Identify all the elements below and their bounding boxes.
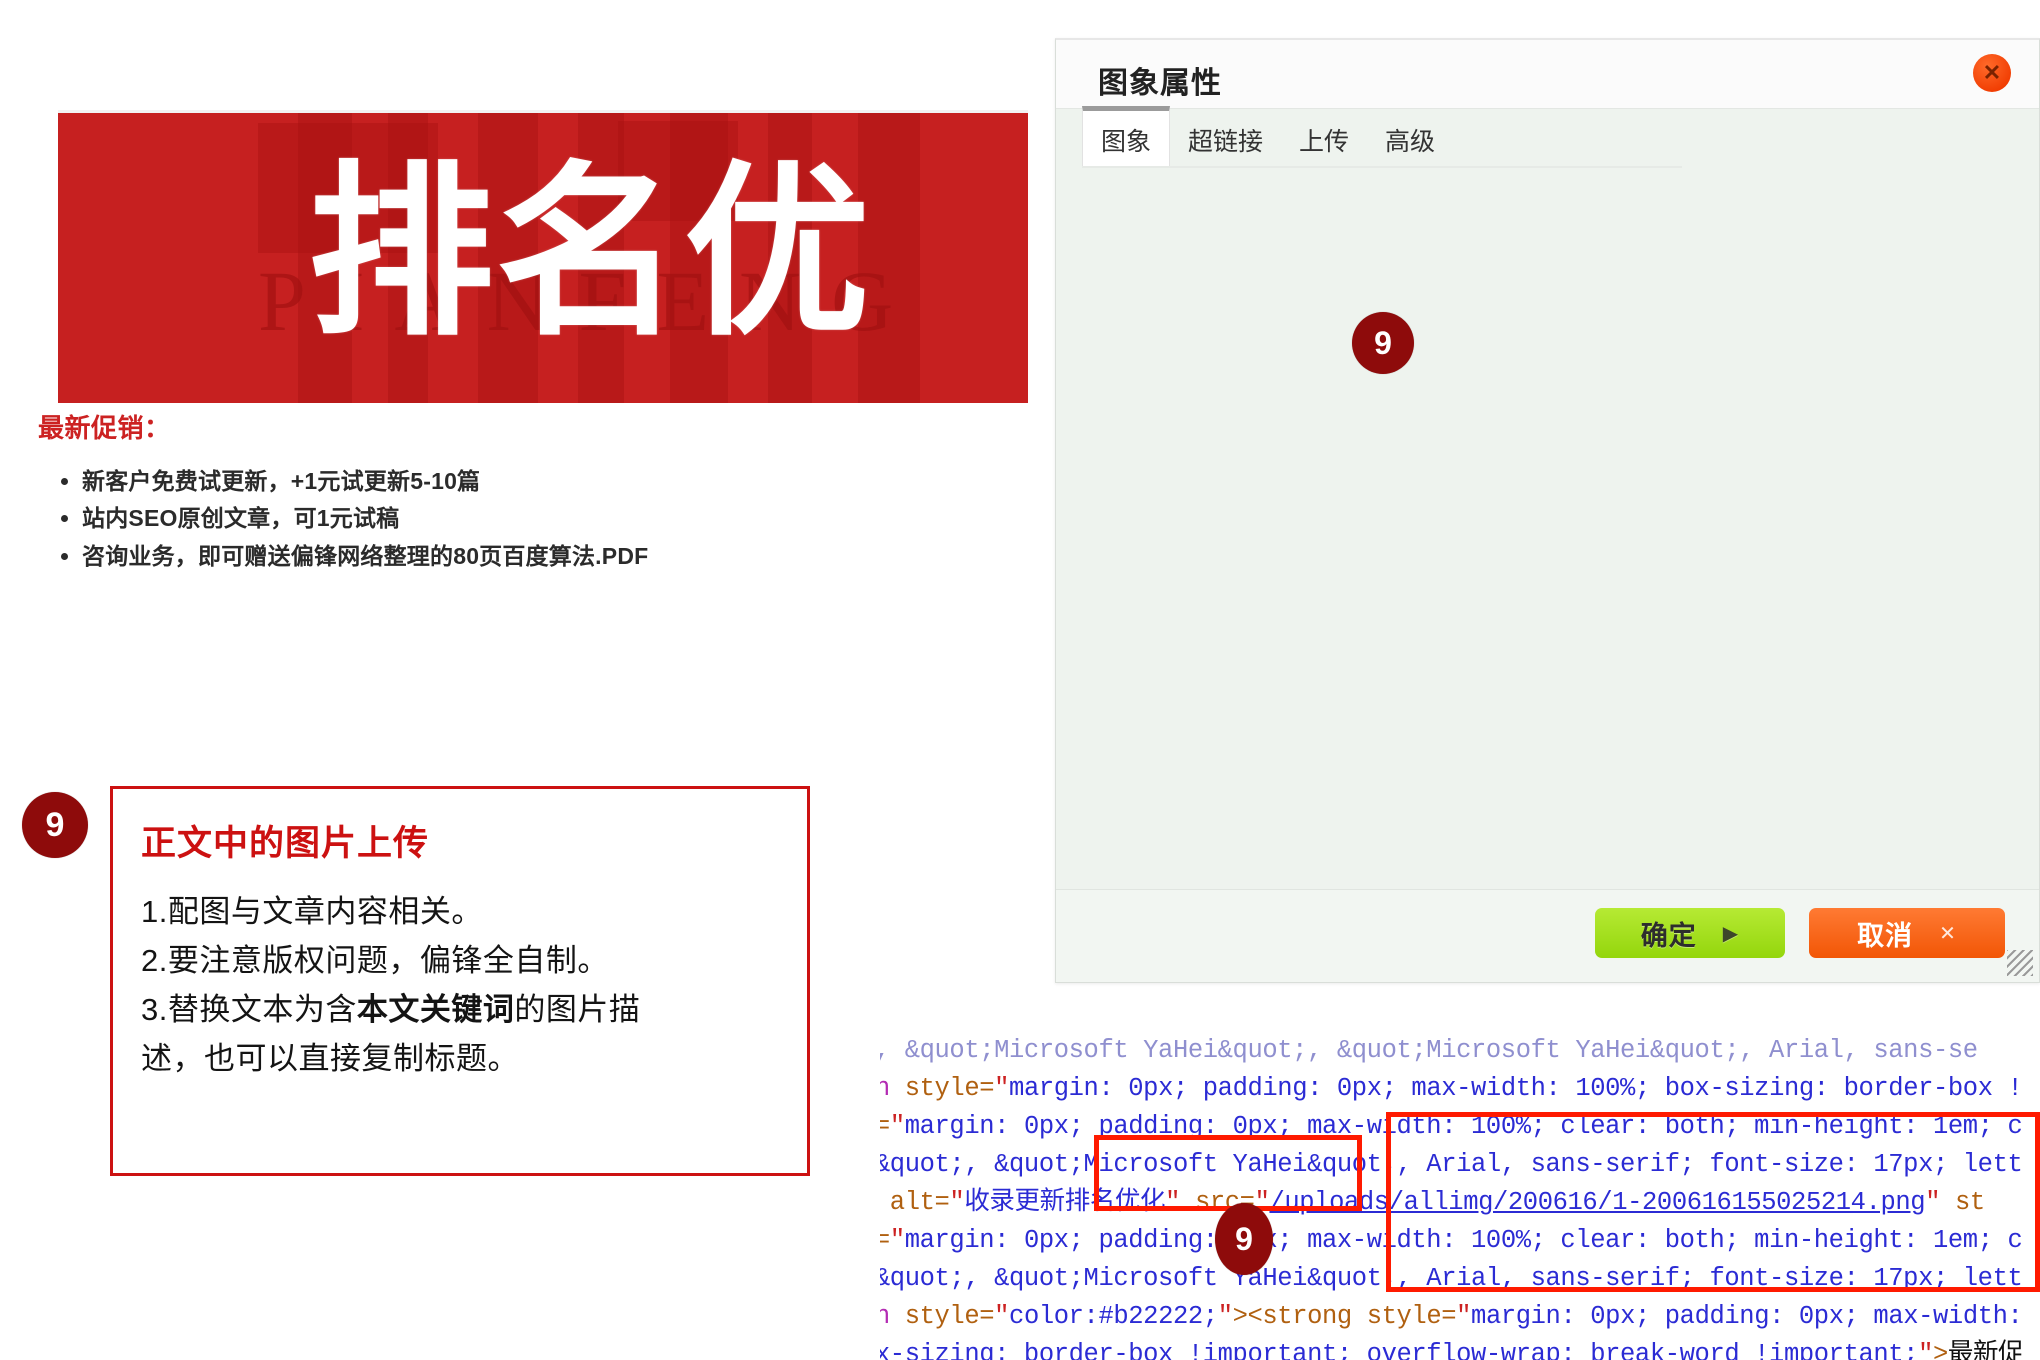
dialog-title: 图象属性: [1098, 67, 1222, 100]
promo-banner: PIANFENG 排名优: [58, 113, 1028, 403]
callout-line: 1.配图与文章内容相关。: [141, 888, 783, 937]
close-icon[interactable]: ✕: [1973, 54, 2011, 92]
callout-line-text: 的图片描: [514, 991, 641, 1027]
ok-button-label: 确定: [1640, 920, 1697, 951]
callout-line-text: 3.替换文本为含: [141, 991, 357, 1027]
cancel-button[interactable]: 取消 ✕: [1809, 908, 2005, 958]
play-arrow-icon: ▶: [1722, 922, 1740, 945]
list-item: 站内SEO原创文章，可1元试稿: [82, 500, 838, 537]
promo-section: 最新促销： 新客户免费试更新，+1元试更新5-10篇 站内SEO原创文章，可1元…: [38, 408, 838, 575]
instruction-callout-box: 正文中的图片上传 1.配图与文章内容相关。 2.要注意版权问题，偏锋全自制。 3…: [110, 786, 810, 1176]
tab-upload[interactable]: 上传: [1281, 111, 1367, 168]
dialog-tabs: 图象 超链接 上传 高级: [1082, 106, 1453, 168]
step-badge-9-code: 9: [1215, 1203, 1273, 1275]
tab-hyperlink[interactable]: 超链接: [1170, 111, 1281, 168]
code-line: e="margin: 0px; padding: 0px; max-width:…: [880, 1112, 2023, 1141]
callout-line: 2.要注意版权问题，偏锋全自制。: [141, 937, 783, 986]
list-item: 咨询业务，即可赠送偏锋网络整理的80页百度算法.PDF: [82, 538, 838, 575]
html-source-code-view[interactable]: ., &quot;Microsoft YaHei&quot;, &quot;Mi…: [880, 1032, 2040, 1360]
tabs-divider: [1082, 166, 1682, 168]
callout-keyword: 本文关键词: [356, 991, 515, 1027]
promo-title: 最新促销：: [38, 413, 171, 443]
article-image-preview: PIANFENG 排名优: [58, 110, 1028, 403]
promo-list: 新客户免费试更新，+1元试更新5-10篇 站内SEO原创文章，可1元试稿 咨询业…: [38, 463, 838, 575]
banner-headline: 排名优: [308, 150, 873, 357]
list-item: 新客户免费试更新，+1元试更新5-10篇: [82, 463, 838, 500]
code-line: g alt="收录更新排名优化" src="/uploads/allimg/20…: [880, 1188, 1985, 1217]
resize-grip[interactable]: [2007, 950, 2033, 976]
ok-button[interactable]: 确定 ▶: [1595, 908, 1785, 958]
step-badge-9-dialog: 9: [1352, 312, 1414, 374]
code-line: I&quot;, &quot;Microsoft YaHei&quot;, Ar…: [880, 1264, 2023, 1293]
tab-advanced[interactable]: 高级: [1367, 111, 1453, 168]
cancel-button-label: 取消: [1857, 920, 1914, 951]
code-line: I&quot;, &quot;Microsoft YaHei&quot;, Ar…: [880, 1150, 2023, 1179]
tab-image[interactable]: 图象: [1082, 106, 1171, 168]
callout-title: 正文中的图片上传: [141, 824, 430, 863]
code-line: ox-sizing: border-box !important; overfl…: [880, 1340, 2024, 1360]
code-line: an style="color:#b22222;"><strong style=…: [880, 1302, 2023, 1331]
close-x-icon: ✕: [1939, 922, 1957, 945]
code-line: e="margin: 0px; padding: 0px; max-width:…: [880, 1226, 2023, 1255]
callout-line: 3.替换文本为含本文关键词的图片描: [141, 986, 783, 1035]
code-line: ., &quot;Microsoft YaHei&quot;, &quot;Mi…: [880, 1036, 1978, 1065]
step-badge-9-callout: 9: [22, 792, 88, 858]
callout-line-text: 2.要注意版权问题，偏锋全自制。: [141, 942, 609, 978]
dialog-titlebar[interactable]: 图象属性 ✕: [1056, 40, 2039, 109]
image-properties-dialog: 图象属性 ✕ 图象 超链接 上传 高级 源文件 浏览服务器 替换文本 宽度 高度…: [1055, 38, 2040, 983]
callout-line-text: 述，也可以直接复制标题。: [141, 1040, 519, 1076]
dialog-footer: 确定 ▶ 取消 ✕: [1056, 889, 2039, 982]
callout-line: 述，也可以直接复制标题。: [141, 1035, 783, 1084]
callout-line-text: 1.配图与文章内容相关。: [141, 894, 483, 929]
code-line: an style="margin: 0px; padding: 0px; max…: [880, 1074, 2023, 1103]
